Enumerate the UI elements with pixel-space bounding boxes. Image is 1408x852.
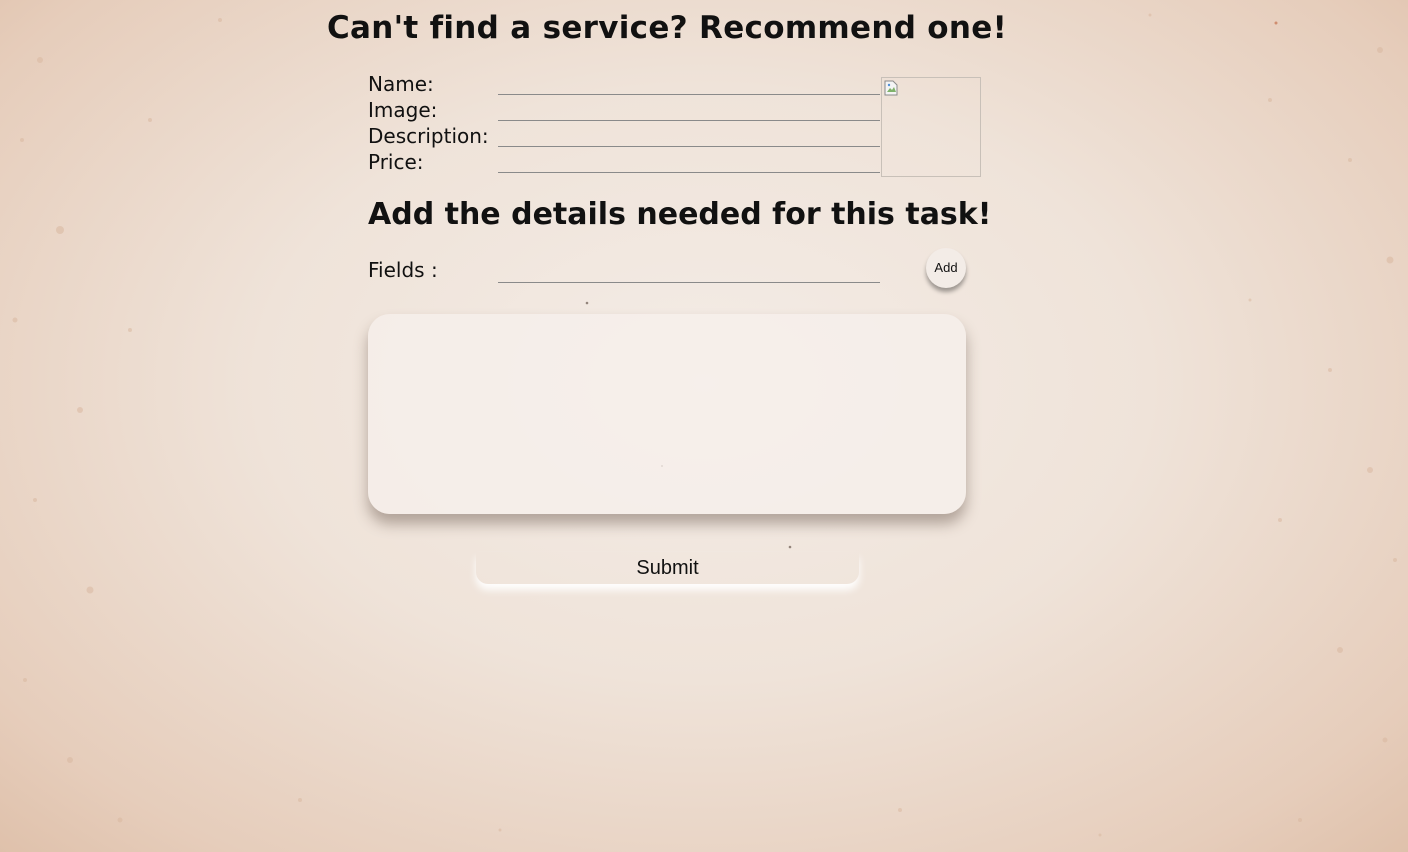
price-field[interactable] xyxy=(498,150,880,173)
image-row: Image: xyxy=(368,98,880,122)
submit-button[interactable]: Submit xyxy=(476,552,859,584)
price-row: Price: xyxy=(368,150,880,174)
broken-image-icon xyxy=(884,80,898,96)
name-row: Name: xyxy=(368,72,880,96)
fields-list-box xyxy=(368,314,966,514)
fields-label: Fields : xyxy=(368,258,438,282)
description-label: Description: xyxy=(368,124,489,148)
name-label: Name: xyxy=(368,72,434,96)
description-row: Description: xyxy=(368,124,880,148)
image-label: Image: xyxy=(368,98,438,122)
description-field[interactable] xyxy=(498,124,880,147)
image-preview xyxy=(881,77,981,177)
add-field-button[interactable]: Add xyxy=(926,248,966,288)
price-label: Price: xyxy=(368,150,424,174)
image-field[interactable] xyxy=(498,98,880,121)
fields-input[interactable] xyxy=(498,260,880,283)
name-field[interactable] xyxy=(498,72,880,95)
page-title: Can't find a service? Recommend one! xyxy=(326,10,1008,46)
task-details-heading: Add the details needed for this task! xyxy=(368,197,992,232)
